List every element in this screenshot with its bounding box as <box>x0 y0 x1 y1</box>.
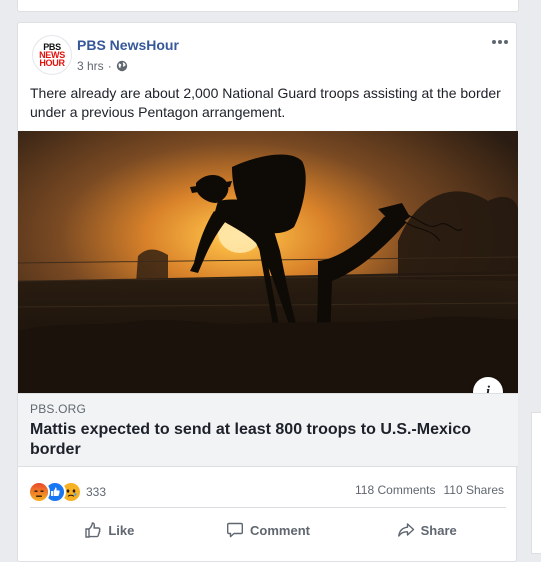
share-label: Share <box>420 522 457 538</box>
thumbs-up-icon <box>85 522 101 538</box>
comment-label: Comment <box>250 522 310 538</box>
more-dot <box>492 40 496 44</box>
post-message: There already are about 2,000 National G… <box>30 85 501 120</box>
comment-button[interactable]: Comment <box>189 513 348 547</box>
link-title[interactable]: Mattis expected to send at least 800 tro… <box>30 420 500 460</box>
engagement-counts: 118 Comments 110 Shares <box>355 483 504 497</box>
more-dot <box>504 40 508 44</box>
post-timestamp[interactable]: 3 hrs <box>77 59 104 73</box>
right-sidebar-card <box>531 412 541 554</box>
actions-divider <box>30 507 506 508</box>
reaction-count[interactable]: 333 <box>86 485 106 499</box>
link-domain: PBS.ORG <box>30 402 87 416</box>
share-button[interactable]: Share <box>347 513 506 547</box>
angry-icon <box>28 481 50 503</box>
like-button[interactable]: Like <box>30 513 189 547</box>
post-header: PBS NEWS HOUR PBS NewsHour 3 hrs · <box>18 23 516 83</box>
logo-text-hour: HOUR <box>39 58 65 68</box>
sunset-silhouette-photo <box>18 131 518 393</box>
like-label: Like <box>108 522 135 538</box>
link-preview-image[interactable] <box>18 131 518 393</box>
comments-count[interactable]: 118 Comments <box>355 483 435 497</box>
page-name-link[interactable]: PBS NewsHour <box>77 37 179 53</box>
post-meta: 3 hrs · <box>77 59 128 73</box>
post-actions: Like Comment Share <box>30 513 506 547</box>
reactions-summary[interactable]: 333 <box>28 481 106 503</box>
link-preview-caption[interactable]: PBS.ORG Mattis expected to send at least… <box>18 393 518 467</box>
shares-count[interactable]: 110 Shares <box>444 483 505 497</box>
more-dot <box>498 40 502 44</box>
previous-post-card <box>17 0 519 12</box>
more-options-icon[interactable] <box>490 35 510 49</box>
news-feed-post: PBS NEWS HOUR PBS NewsHour 3 hrs · There… <box>17 22 518 562</box>
globe-icon[interactable] <box>116 60 128 72</box>
share-arrow-icon <box>397 523 414 537</box>
meta-separator: · <box>107 59 112 73</box>
comment-bubble-icon <box>227 522 244 538</box>
page-avatar[interactable]: PBS NEWS HOUR <box>32 35 72 75</box>
